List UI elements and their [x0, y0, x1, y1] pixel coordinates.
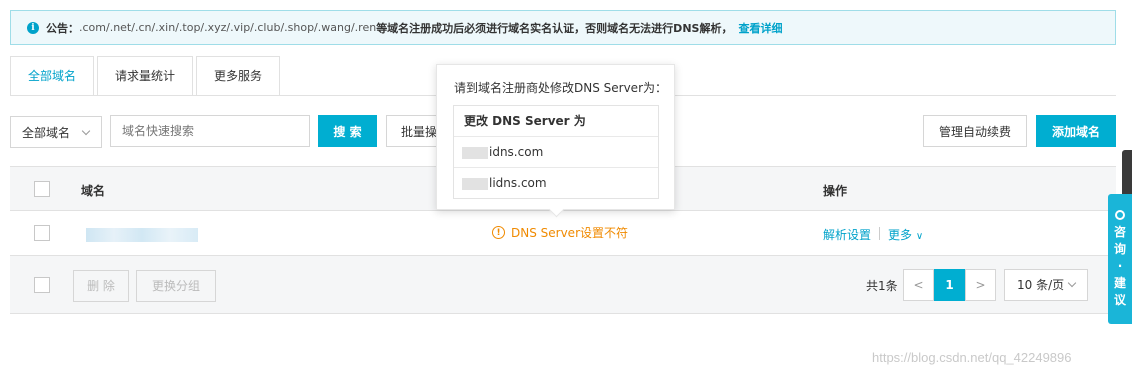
search-button[interactable]: 搜 索 [318, 115, 377, 147]
announcement-domains: .com/.net/.cn/.xin/.top/.xyz/.vip/.club/… [79, 21, 377, 34]
gear-icon [1115, 209, 1125, 220]
dns-server-1: idns.com [489, 145, 544, 159]
consult-char-4: 建 [1113, 275, 1126, 290]
redacted-block [462, 146, 488, 159]
row-checkbox[interactable] [34, 225, 50, 241]
domain-filter-value: 全部域名 [22, 125, 71, 140]
prev-page-button[interactable]: < [903, 269, 934, 301]
dns-server-popover: 请到域名注册商处修改DNS Server为： 更改 DNS Server 为 i… [436, 64, 675, 210]
announcement-banner: i 公告： .com/.net/.cn/.xin/.top/.xyz/.vip/… [10, 10, 1116, 45]
dns-server-table: 更改 DNS Server 为 idns.com lidns.com [453, 105, 659, 199]
consult-char-5: 议 [1113, 292, 1126, 307]
dns-status-text: DNS Server设置不符 [511, 226, 629, 240]
domain-filter-select[interactable]: 全部域名 [10, 116, 102, 148]
total-count: 共1条 [866, 279, 898, 293]
consult-char-1: 咨 [1113, 224, 1126, 239]
delete-button[interactable]: 删 除 [73, 270, 129, 302]
auto-renew-button[interactable]: 管理自动续费 [923, 115, 1027, 147]
select-all-checkbox[interactable] [34, 181, 50, 197]
chevron-down-icon [81, 126, 91, 136]
domain-search-input[interactable] [110, 115, 310, 147]
redacted-block [462, 177, 488, 190]
tab-all-domains[interactable]: 全部域名 [10, 56, 95, 96]
domain-name-redacted[interactable] [86, 228, 198, 242]
popover-title: 请到域名注册商处修改DNS Server为： [454, 81, 668, 95]
dns-server-item: lidns.com [454, 168, 658, 199]
page-size-value: 10 条/页 [1017, 278, 1065, 292]
action-separator [879, 227, 880, 240]
next-page-button[interactable]: > [965, 269, 996, 301]
dns-status-warning: ! DNS Server设置不符 [492, 224, 628, 241]
table-footer: 删 除 更换分组 共1条 < 1 > 10 条/页 [10, 256, 1116, 314]
footer-select-all-checkbox[interactable] [34, 277, 50, 293]
more-actions-link[interactable]: 更多 ∨ [888, 226, 923, 243]
page-size-select[interactable]: 10 条/页 [1004, 269, 1088, 301]
column-header-domain: 域名 [81, 184, 106, 198]
consult-char-3: · [1117, 258, 1123, 273]
announcement-label: 公告： [46, 21, 79, 35]
page-1-button[interactable]: 1 [934, 269, 965, 301]
chevron-down-icon [1067, 278, 1077, 288]
warning-icon: ! [492, 226, 505, 239]
chevron-down-icon: ∨ [915, 231, 924, 242]
more-actions-label: 更多 [888, 228, 913, 242]
consult-suggest-widget[interactable]: 咨 询 · 建 议 [1108, 194, 1132, 324]
dns-server-2: lidns.com [489, 176, 547, 190]
add-domain-button[interactable]: 添加域名 [1036, 115, 1116, 147]
tab-bar: 全部域名 请求量统计 更多服务 [10, 56, 283, 96]
table-row: ! DNS Server设置不符 解析设置 更多 ∨ [10, 211, 1116, 256]
dns-server-header: 更改 DNS Server 为 [454, 106, 658, 137]
dns-server-item: idns.com [454, 137, 658, 168]
tab-more-services[interactable]: 更多服务 [196, 56, 281, 96]
column-header-action: 操作 [823, 184, 848, 198]
change-group-button[interactable]: 更换分组 [136, 270, 216, 302]
announcement-text: 等域名注册成功后必须进行域名实名认证，否则域名无法进行DNS解析， [376, 21, 733, 35]
consult-char-2: 询 [1113, 241, 1126, 256]
dns-settings-link[interactable]: 解析设置 [823, 226, 871, 243]
announcement-details-link[interactable]: 查看详细 [738, 20, 782, 36]
watermark: https://blog.csdn.net/qq_42249896 [872, 350, 1072, 365]
tab-request-stats[interactable]: 请求量统计 [97, 56, 194, 96]
info-icon: i [27, 21, 39, 34]
